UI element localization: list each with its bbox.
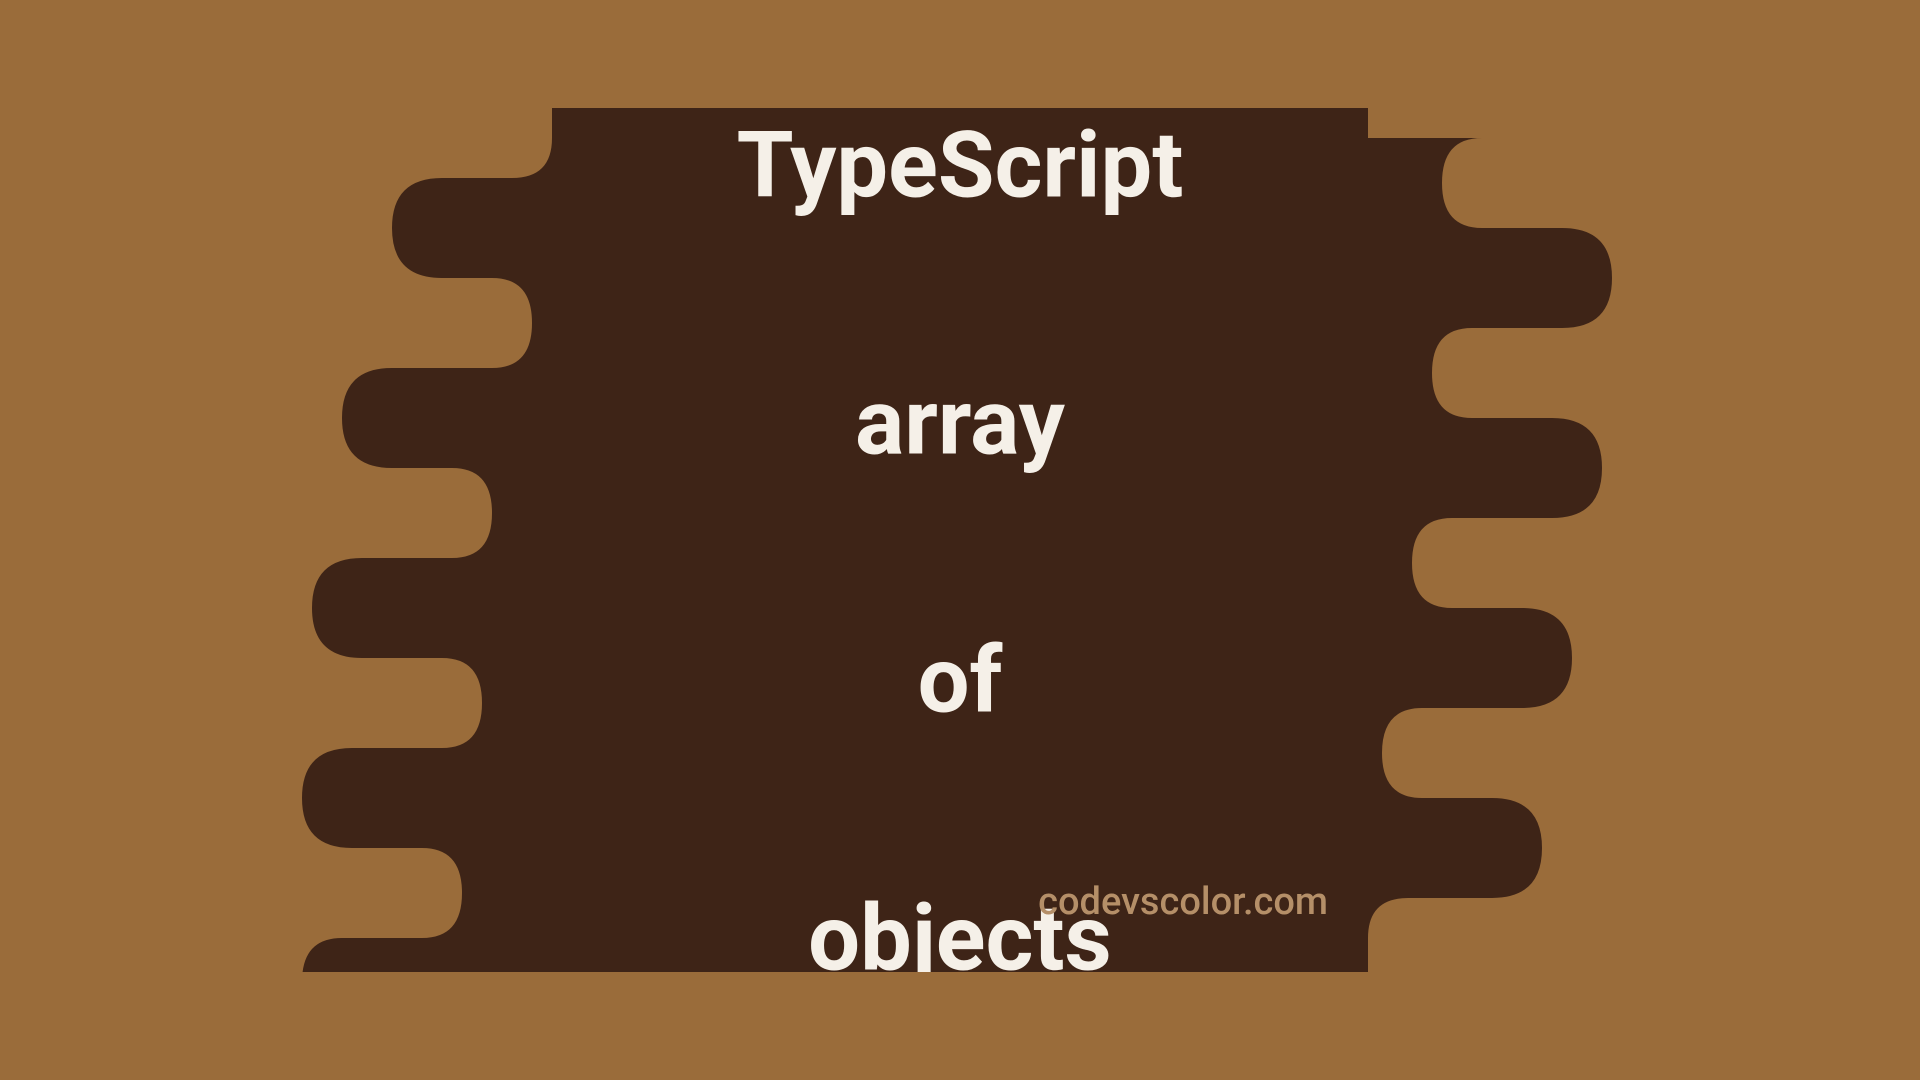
website-attribution: codevscolor.com xyxy=(1038,880,1328,924)
title-line-2: array xyxy=(855,370,1065,477)
main-title: TypeScript array of objects xyxy=(737,108,1184,972)
hero-image: TypeScript array of objects codevscolor.… xyxy=(192,108,1728,972)
title-line-1: TypeScript xyxy=(737,112,1184,219)
title-line-3: of xyxy=(918,627,1003,734)
